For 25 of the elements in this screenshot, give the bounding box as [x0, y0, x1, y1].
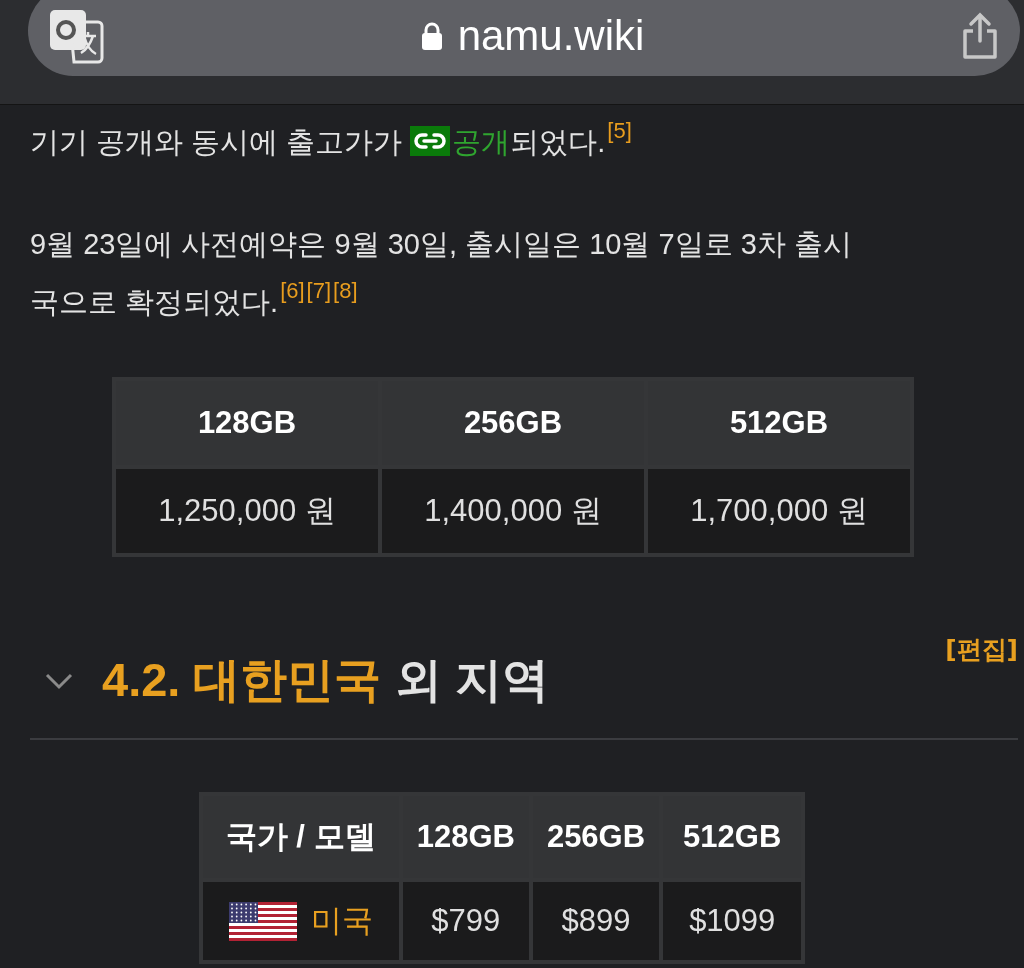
table-cell: 1,700,000 원: [648, 469, 910, 553]
share-icon[interactable]: [960, 11, 1000, 61]
link[interactable]: 공개: [410, 126, 511, 158]
translate-icon[interactable]: [48, 8, 104, 64]
link-icon: [410, 126, 451, 156]
paragraph-text: 국으로 확정되었다.: [30, 286, 279, 318]
flag-icon: [228, 901, 297, 941]
url-text: namu.wiki: [457, 12, 645, 60]
address-bar[interactable]: namu.wiki: [28, 0, 1020, 76]
footnote-link[interactable]: [6]: [280, 278, 305, 303]
table-cell: 1,250,000 원: [116, 469, 378, 553]
link[interactable]: 대한민국: [193, 653, 382, 706]
table-cell: $1099: [663, 882, 802, 960]
section-heading: 4.2. 대한민국 외 지역: [102, 652, 549, 708]
footnote-link[interactable]: [8]: [333, 278, 358, 303]
footnote-link[interactable]: [5]: [607, 118, 632, 143]
table-cell: 1,400,000 원: [382, 469, 644, 553]
table-cell: $799: [402, 882, 529, 960]
table-cell: $899: [532, 882, 660, 960]
paragraph-text: 기기 공개와 동시에 출고가가: [30, 126, 404, 158]
edit-link[interactable]: [편집]: [945, 633, 1018, 666]
link[interactable]: 미국: [310, 903, 373, 938]
paragraph-text: 되었다.: [510, 126, 606, 158]
paragraph-text: 9월 23일에 사전예약은 9월 30일, 출시일은 10월 7일로 3차 출시: [30, 228, 852, 260]
footnote-link[interactable]: [7]: [306, 278, 332, 303]
